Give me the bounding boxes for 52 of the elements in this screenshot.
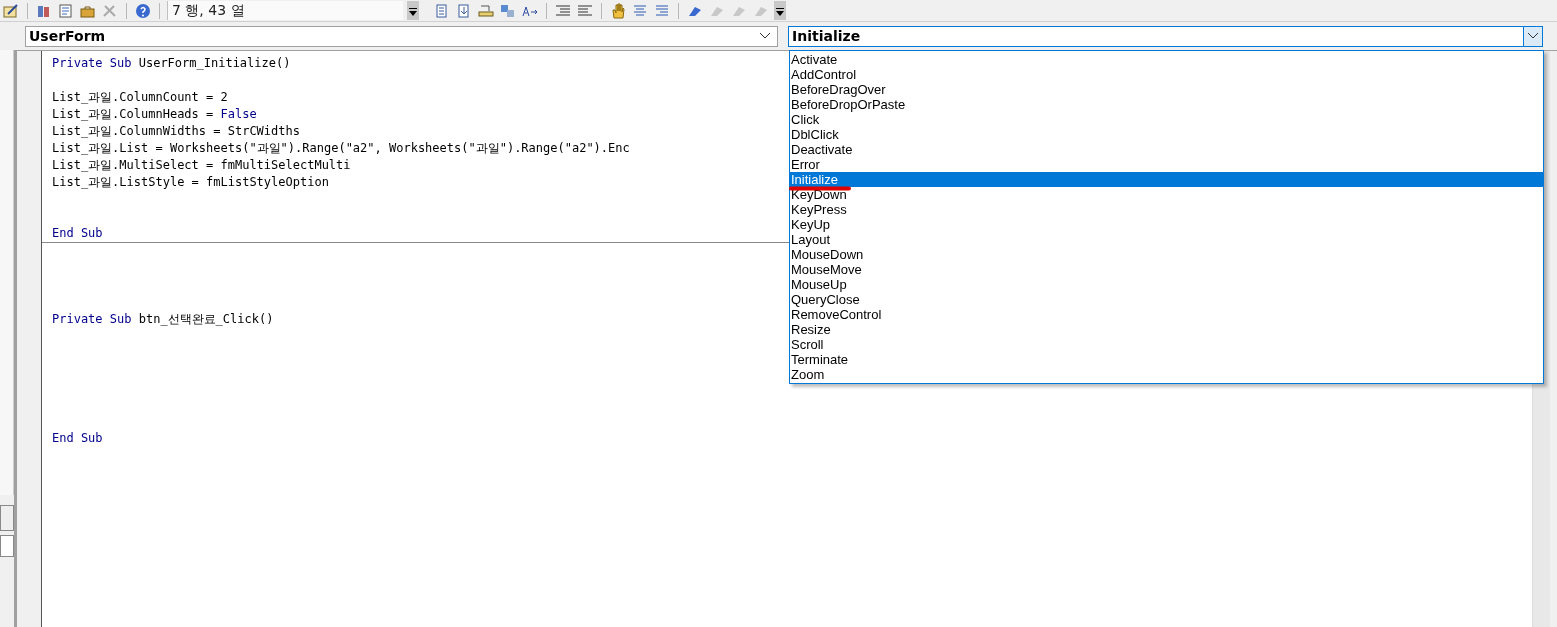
comment-block-icon[interactable] [554,2,572,19]
code-line: End Sub [52,226,103,240]
code-line: List_과일.List = Worksheets("과일").Range("a2", Worksheets("과일").Range("a2").Enc [52,141,630,155]
hand-icon[interactable] [609,2,627,19]
procedure-option[interactable]: Resize [790,322,1543,337]
code-line: End Sub [52,431,103,445]
cursor-position: 7 행, 43 열 [167,1,403,20]
panel-button[interactable] [0,505,14,531]
procedure-option[interactable]: BeforeDropOrPaste [790,97,1543,112]
procedure-option[interactable]: MouseMove [790,262,1543,277]
code-line: Private Sub UserForm_Initialize() [52,56,291,70]
toggle-breakpoint-icon[interactable] [477,2,495,19]
input-field[interactable] [0,535,14,557]
procedure-option[interactable]: RemoveControl [790,307,1543,322]
code-line: List_과일.MultiSelect = fmMultiSelectMulti [52,158,351,172]
chevron-down-icon [1523,26,1542,46]
procedure-option[interactable]: AddControl [790,67,1543,82]
code-line: List_과일.ColumnHeads = False [52,107,257,121]
procedure-option[interactable]: Scroll [790,337,1543,352]
procedure-dropdown[interactable]: Initialize [788,25,1543,47]
code-line: List_과일.ColumnWidths = StrCWidths [52,124,300,138]
procedure-option[interactable]: BeforeDragOver [790,82,1543,97]
chevron-down-icon [759,32,771,40]
procedure-option[interactable]: Deactivate [790,142,1543,157]
procedure-option[interactable]: Zoom [790,367,1543,382]
toolbar-options-icon[interactable] [774,1,786,20]
procedure-option[interactable]: KeyUp [790,217,1543,232]
object-dropdown[interactable]: UserForm [25,25,778,47]
code-line: List_과일.ListStyle = fmListStyleOption [52,175,329,189]
properties-icon[interactable] [57,2,75,19]
procedure-option[interactable]: QueryClose [790,292,1543,307]
uncomment-block-icon[interactable] [576,2,594,19]
procedure-option[interactable]: Click [790,112,1543,127]
edit-icon[interactable] [2,2,20,19]
procedure-option[interactable]: DblClick [790,127,1543,142]
toolbar-options-icon[interactable] [407,1,419,20]
code-line: Private Sub btn_선택완료_Click() [52,312,274,326]
procedure-option[interactable]: Terminate [790,352,1543,367]
procedure-option[interactable]: Activate [790,52,1543,67]
quick-info-icon[interactable] [499,2,517,19]
procedure-option[interactable]: KeyDown [790,187,1543,202]
align-icon[interactable] [631,2,649,19]
procedure-option[interactable]: MouseDown [790,247,1543,262]
procedure-option[interactable]: Layout [790,232,1543,247]
code-line: List_과일.ColumnCount = 2 [52,90,228,104]
procedure-option[interactable]: MouseUp [790,277,1543,292]
procedure-option[interactable]: Initialize [790,172,1543,187]
procedure-option[interactable]: Error [790,157,1543,172]
procedure-option[interactable]: KeyPress [790,202,1543,217]
help-icon[interactable] [134,2,152,19]
underline-mark [789,186,851,191]
align-list-icon[interactable] [653,2,671,19]
